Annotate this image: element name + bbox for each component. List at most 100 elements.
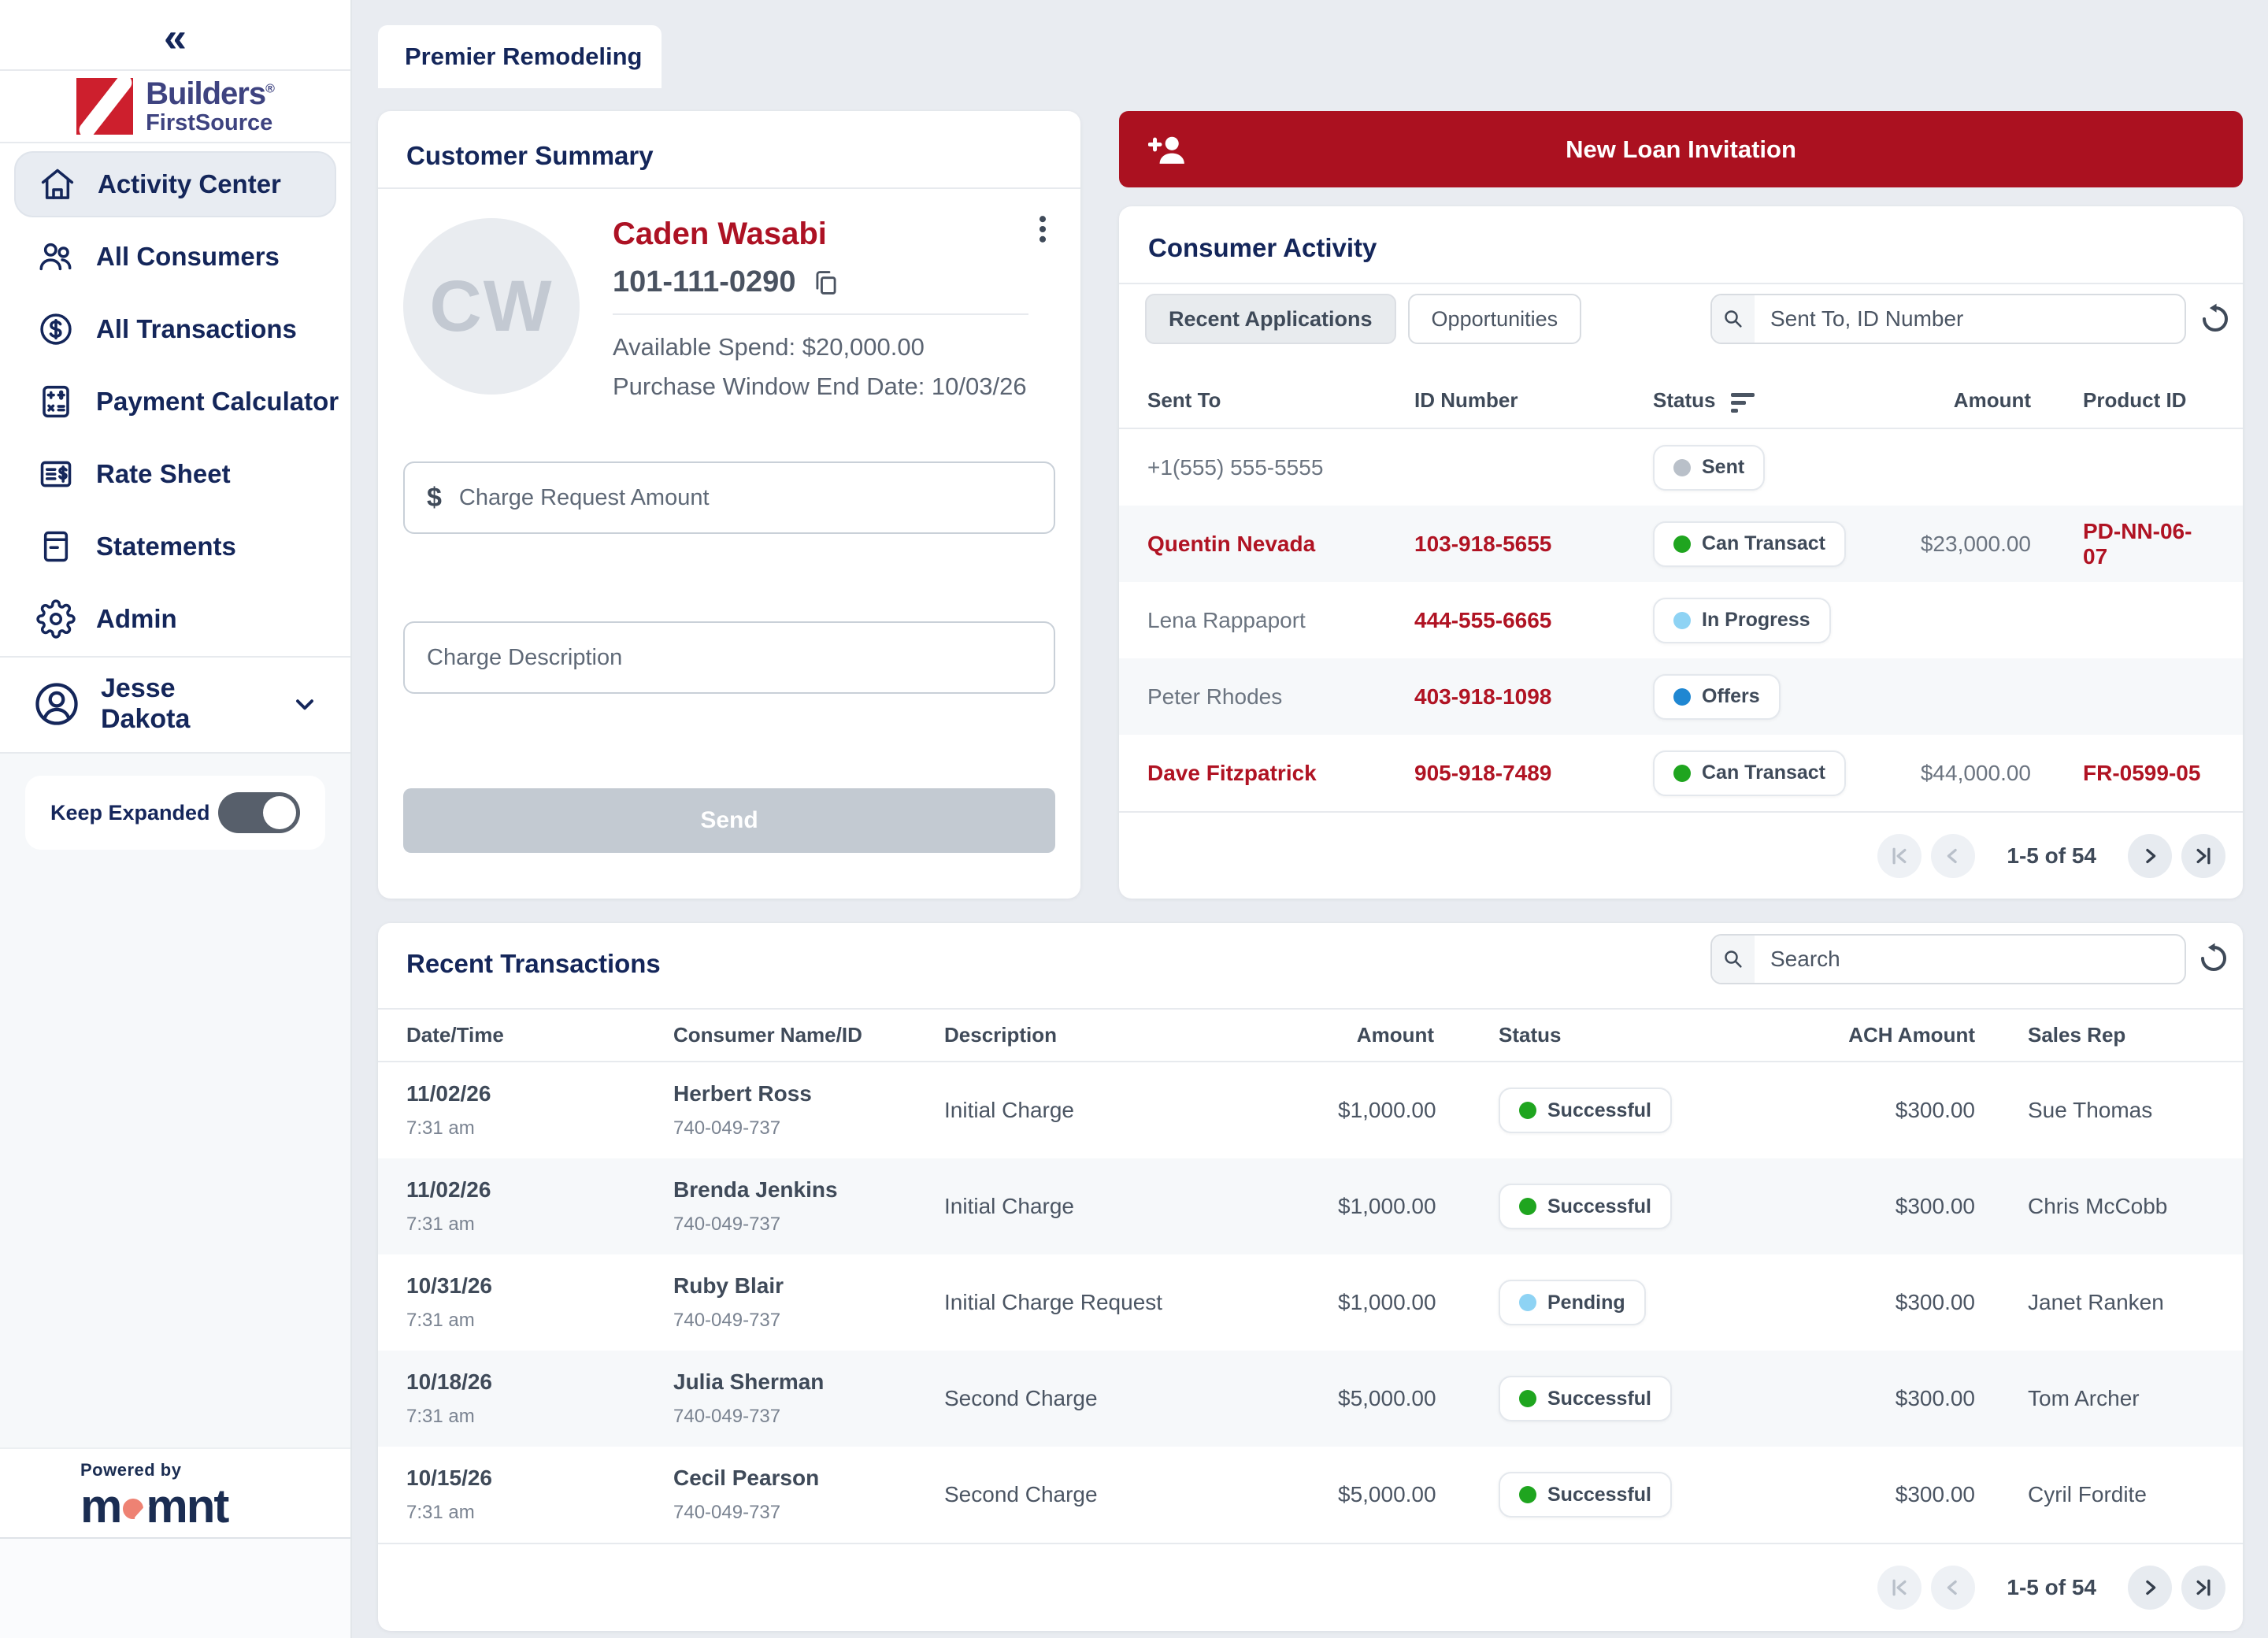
consumer-cell: Ruby Blair740-049-737 <box>673 1273 944 1332</box>
status-cell: Can Transact <box>1653 750 1913 796</box>
chevron-down-icon[interactable] <box>291 690 319 718</box>
consumer-activity-pagination: 1-5 of 54 <box>1119 811 2243 899</box>
col-id-number: ID Number <box>1414 388 1653 413</box>
search-icon <box>1712 936 1755 983</box>
sidebar-item-statements[interactable]: Statements <box>14 513 336 580</box>
col-status: Status <box>1434 1023 1816 1047</box>
sidebar-item-payment-calculator[interactable]: Payment Calculator <box>14 369 336 435</box>
refresh-icon[interactable] <box>2197 942 2230 975</box>
customer-name[interactable]: Caden Wasabi <box>613 217 827 252</box>
sidebar-item-label: Statements <box>96 532 236 561</box>
user-name: Jesse Dakota <box>101 673 272 735</box>
date-time-cell: 10/18/267:31 am <box>406 1369 673 1428</box>
divider <box>0 69 350 71</box>
charge-description-field-wrap <box>403 621 1055 694</box>
customer-summary-card: Customer Summary CW Caden Wasabi 101-111… <box>378 111 1080 899</box>
ach-amount-cell: $300.00 <box>1816 1386 1975 1411</box>
first-page-button[interactable] <box>1877 834 1922 878</box>
status-cell: Successful <box>1434 1376 1816 1421</box>
users-icon <box>36 237 76 276</box>
id-number-cell: 905-918-7489 <box>1414 761 1653 786</box>
status-badge: Sent <box>1653 445 1765 491</box>
charge-description-input[interactable] <box>405 623 1054 692</box>
sidebar-item-rate-sheet[interactable]: Rate Sheet <box>14 441 336 507</box>
refresh-icon[interactable] <box>2199 302 2232 335</box>
status-cell: Sent <box>1653 445 1913 491</box>
sales-rep-cell: Tom Archer <box>1975 1386 2214 1411</box>
copy-icon[interactable] <box>811 268 841 298</box>
gear-icon <box>36 599 76 639</box>
ach-amount-cell: $300.00 <box>1816 1098 1975 1123</box>
col-amount: Amount <box>1338 1023 1434 1047</box>
keep-expanded-toggle[interactable] <box>218 792 300 833</box>
sidebar-item-all-consumers[interactable]: All Consumers <box>14 224 336 290</box>
page-range-label: 1-5 of 54 <box>2007 1575 2096 1600</box>
amount-cell: $1,000.00 <box>1338 1290 1434 1315</box>
consumer-activity-row[interactable]: Peter Rhodes 403-918-1098 Offers <box>1119 658 2243 735</box>
product-id-cell: FR-0599-05 <box>2031 761 2214 786</box>
builders-logo-mark <box>76 78 133 135</box>
status-cell: Successful <box>1434 1472 1816 1518</box>
date-time-cell: 10/15/267:31 am <box>406 1466 673 1524</box>
amount-cell: $5,000.00 <box>1338 1482 1434 1507</box>
merchant-tab[interactable]: Premier Remodeling <box>378 25 662 88</box>
first-page-button[interactable] <box>1877 1566 1922 1610</box>
charge-amount-input[interactable] <box>442 463 1054 532</box>
consumer-cell: Brenda Jenkins740-049-737 <box>673 1177 944 1236</box>
divider <box>0 142 350 143</box>
tab-recent-applications[interactable]: Recent Applications <box>1145 294 1396 344</box>
last-page-button[interactable] <box>2181 834 2225 878</box>
prev-page-button[interactable] <box>1931 834 1975 878</box>
sidebar-item-admin[interactable]: Admin <box>14 586 336 652</box>
transaction-row[interactable]: 10/31/267:31 am Ruby Blair740-049-737 In… <box>378 1254 2243 1351</box>
status-badge: Can Transact <box>1653 521 1846 567</box>
status-badge: In Progress <box>1653 598 1831 643</box>
id-number-cell: 444-555-6665 <box>1414 608 1653 633</box>
tab-opportunities[interactable]: Opportunities <box>1408 294 1582 344</box>
user-menu[interactable]: Jesse Dakota <box>0 668 350 740</box>
consumer-activity-row[interactable]: +1(555) 555-5555 Sent <box>1119 429 2243 506</box>
new-loan-invitation-button[interactable]: New Loan Invitation <box>1119 111 2243 187</box>
sales-rep-cell: Chris McCobb <box>1975 1194 2214 1219</box>
filter-icon[interactable] <box>1731 388 1755 413</box>
transaction-row[interactable]: 11/02/267:31 am Brenda Jenkins740-049-73… <box>378 1158 2243 1254</box>
keep-expanded-label: Keep Expanded <box>50 801 210 825</box>
sidebar-item-all-transactions[interactable]: All Transactions <box>14 296 336 362</box>
sales-rep-cell: Cyril Fordite <box>1975 1482 2214 1507</box>
consumer-activity-search <box>1710 294 2186 344</box>
description-cell: Second Charge <box>944 1482 1338 1507</box>
description-cell: Initial Charge <box>944 1098 1338 1123</box>
sent-to-cell: Dave Fitzpatrick <box>1147 761 1414 786</box>
next-page-button[interactable] <box>2128 834 2172 878</box>
col-description: Description <box>944 1023 1338 1047</box>
transaction-row[interactable]: 11/02/267:31 am Herbert Ross740-049-737 … <box>378 1062 2243 1158</box>
sidebar-bottom: « <box>0 1539 350 1638</box>
sidebar-item-activity-center[interactable]: Activity Center <box>14 151 336 217</box>
builders-firstsource-logo: Builders® FirstSource <box>0 72 350 140</box>
sales-rep-cell: Sue Thomas <box>1975 1098 2214 1123</box>
rate-sheet-icon <box>36 454 76 494</box>
sent-to-cell: Peter Rhodes <box>1147 684 1414 710</box>
transaction-row[interactable]: 10/15/267:31 am Cecil Pearson740-049-737… <box>378 1447 2243 1543</box>
amount-cell: $44,000.00 <box>1913 761 2031 786</box>
consumer-activity-search-input[interactable] <box>1755 295 2185 343</box>
last-page-button[interactable] <box>2181 1566 2225 1610</box>
divider <box>378 187 1080 189</box>
consumer-activity-row[interactable]: Dave Fitzpatrick 905-918-7489 Can Transa… <box>1119 735 2243 811</box>
customer-summary-title: Customer Summary <box>406 141 654 171</box>
kebab-menu-icon[interactable] <box>1025 212 1060 246</box>
status-badge: Successful <box>1499 1472 1672 1518</box>
transaction-row[interactable]: 10/18/267:31 am Julia Sherman740-049-737… <box>378 1351 2243 1447</box>
consumer-activity-row[interactable]: Lena Rappaport 444-555-6665 In Progress <box>1119 582 2243 658</box>
send-button[interactable]: Send <box>403 788 1055 853</box>
sidebar-collapse-icon[interactable]: « <box>0 17 350 58</box>
sidebar-item-label: Payment Calculator <box>96 387 339 417</box>
status-dot <box>1673 765 1691 782</box>
prev-page-button[interactable] <box>1931 1566 1975 1610</box>
purchase-window-end-date: Purchase Window End Date: 10/03/26 <box>613 372 1027 401</box>
status-dot <box>1519 1294 1536 1311</box>
consumer-activity-row[interactable]: Quentin Nevada 103-918-5655 Can Transact… <box>1119 506 2243 582</box>
customer-phone: 101-111-0290 <box>613 265 795 299</box>
recent-transactions-search-input[interactable] <box>1755 936 2185 983</box>
next-page-button[interactable] <box>2128 1566 2172 1610</box>
